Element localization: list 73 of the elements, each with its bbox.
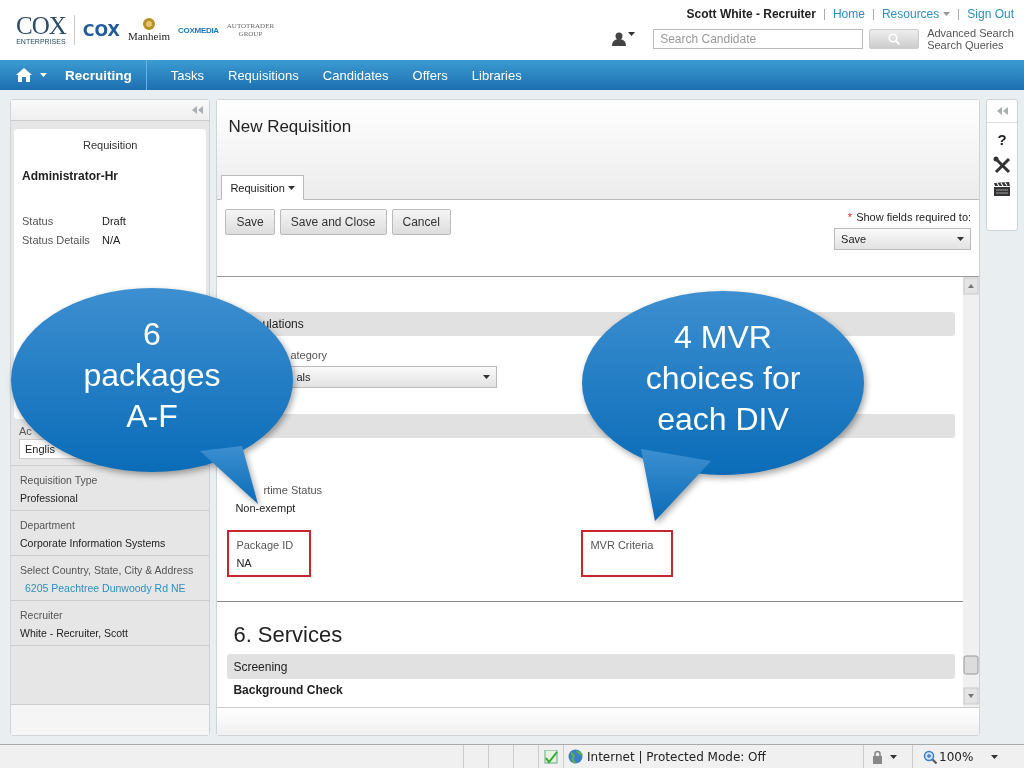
header-link[interactable]: Resources [881,7,951,21]
subsection-title: Background Check [232,682,344,697]
module-title[interactable]: Recruiting [65,67,132,83]
caret-icon [991,754,999,759]
logo: COX [82,20,120,40]
page-check-icon [543,749,559,764]
caret-icon [40,73,47,77]
search-field[interactable]: Search Candidate [653,29,864,49]
zoom-icon [923,749,937,764]
header-link[interactable]: Sign Out [967,7,1014,21]
home-icon [16,68,32,82]
field-label: Package ID [236,539,295,551]
field-value: Corporate Information Systems [20,536,167,551]
callout-text: 6 packages A-F [82,315,222,436]
field-value: Draft [102,215,127,227]
caret-icon [628,32,636,36]
card-title: Requisition [82,139,139,151]
zoom-control[interactable]: 100% [912,745,1024,768]
field-label: Requisition Type [20,473,99,488]
nav-item[interactable]: Tasks [170,67,204,83]
clapperboard-icon[interactable] [994,182,1011,196]
logo: Manheim [127,30,171,42]
home-menu[interactable] [16,68,47,82]
nav-item[interactable]: Libraries [471,67,522,83]
caret-icon [483,375,491,379]
action-button[interactable]: Save and Close [279,209,387,235]
section-heading: 6. Services [232,621,344,648]
field-label: ategory [289,349,329,361]
help-button[interactable]: ? [997,131,1007,148]
person-menu[interactable] [612,32,636,46]
field-value: White - Recruiter, Scott [20,626,129,641]
field-value: NA [236,557,253,569]
nav-item[interactable]: Candidates [322,67,389,83]
header-link[interactable]: Home [832,7,865,21]
action-button[interactable]: Cancel [391,209,451,235]
field-label: Status Details [22,234,91,246]
required-mark: * [847,211,853,223]
emblem-icon [143,18,155,30]
field-label: MVR Criteria [590,539,655,551]
globe-icon [568,749,583,764]
logo: COXMEDIA [178,25,219,35]
field-value: Non-exempt [235,502,297,514]
page-title: New Requisition [227,116,353,137]
caret-icon [890,754,897,759]
search-link[interactable]: Search Queries [927,39,1014,51]
lock-icon [870,749,884,764]
requisition-name: Administrator-Hr [22,169,119,183]
tools-icon[interactable] [993,156,1012,174]
caret-icon [957,237,965,241]
action-button[interactable]: Save [225,209,275,235]
section-title: Screening [233,659,288,674]
search-icon [888,33,901,45]
field-label: Ac [19,425,33,437]
callout-text: 4 MVR choices for each DIV [644,318,802,439]
required-select[interactable]: Save [834,228,972,250]
field-label: Recruiter [20,608,64,623]
field-label: rtime Status [262,484,324,496]
nav-item[interactable]: Offers [412,67,448,83]
security-zone: Internet | Protected Mode: Off [587,749,766,764]
person-icon [612,32,627,46]
caret-icon [287,186,295,190]
collapse-icon [192,106,204,114]
search-link[interactable]: Advanced Search [927,27,1014,39]
tab[interactable]: Requisition [221,175,304,200]
collapse-icon [996,107,1008,115]
user-name: Scott White - Recruiter [686,7,816,21]
field-label: Status [22,215,55,227]
field-label: Department [20,518,76,533]
field-value: N/A [102,234,122,246]
field-label: Select Country, State, City & Address [20,563,195,578]
field-value: Professional [20,491,79,506]
required-label: Show fields required to: [856,211,972,223]
nav-item[interactable]: Requisitions [228,67,299,83]
